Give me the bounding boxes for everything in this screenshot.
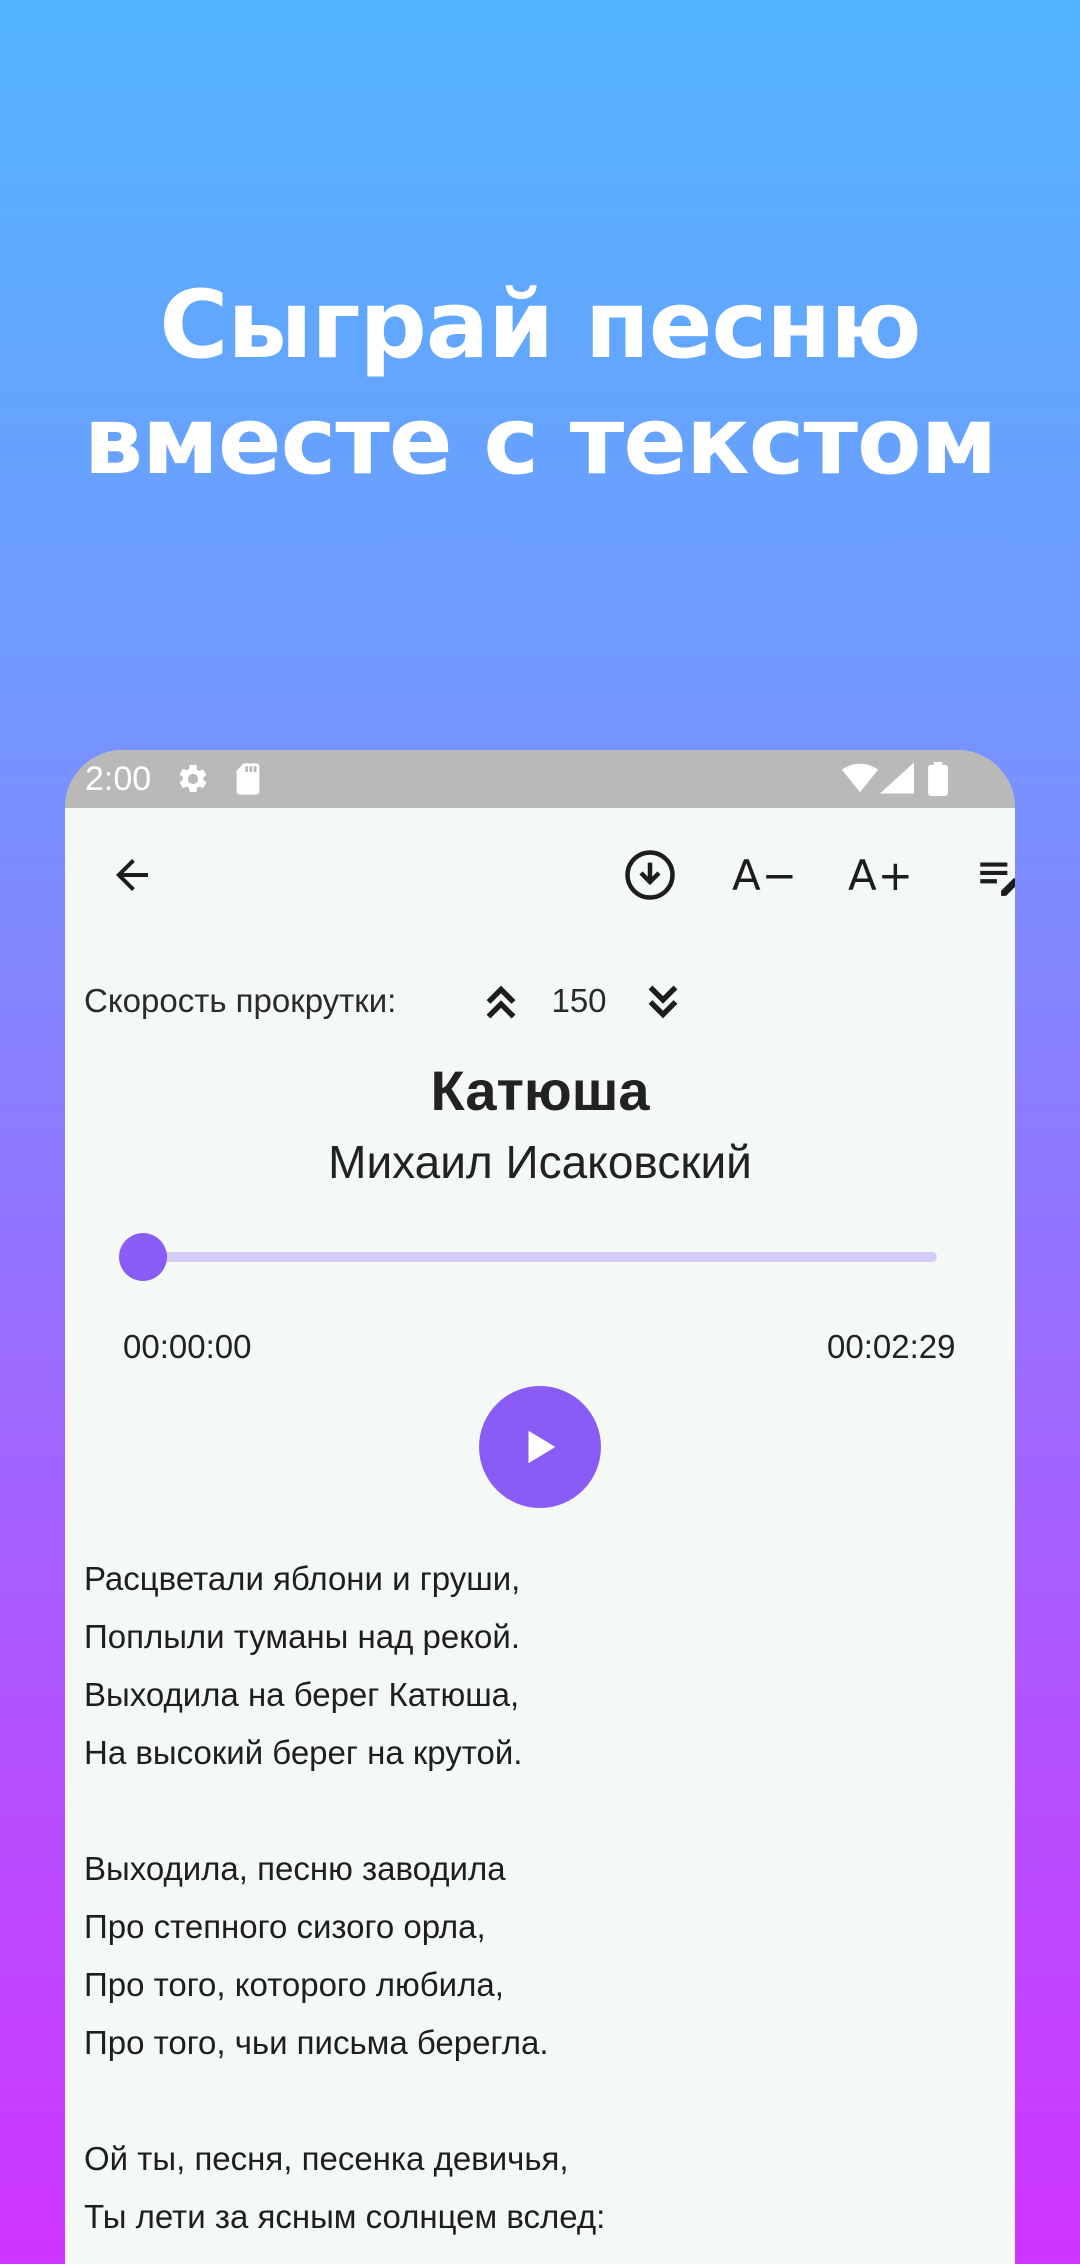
lyric-line: Про того, которого любила, (84, 1966, 504, 2003)
status-time: 2:00 (85, 760, 152, 798)
arrow-left-icon (116, 859, 148, 891)
status-bar: 2:00 (65, 750, 1015, 808)
current-time: 00:00:00 (123, 1328, 252, 1365)
lyric-line: Поплыли туманы над рекой. (84, 1618, 521, 1655)
wifi-icon (842, 762, 878, 799)
total-time: 00:02:29 (827, 1328, 956, 1365)
lyric-line: Про того, чьи письма берегла. (84, 2024, 549, 2061)
font-decrease-label: A− (732, 850, 798, 900)
download-button[interactable] (605, 830, 695, 920)
edit-lyrics-button[interactable] (954, 830, 1015, 920)
signal-icon (880, 762, 914, 799)
font-increase-button[interactable]: A+ (836, 830, 926, 920)
phone-screen: 2:00 A− A+ Скорость прокрутки: 150 Катюш… (65, 750, 1015, 2264)
sd-card-icon (233, 762, 263, 801)
promo-title-line-1: Сыграй песню (159, 271, 921, 380)
progress-thumb[interactable] (119, 1233, 167, 1281)
playlist-edit-icon (980, 862, 1015, 896)
play-button[interactable] (479, 1386, 601, 1508)
promo-title: Сыграй песню вместе с текстом (0, 268, 1080, 500)
double-chevron-down-icon (648, 985, 678, 1019)
back-button[interactable] (87, 830, 177, 920)
lyric-line: Про степного сизого орла, (84, 1908, 486, 1945)
song-title: Катюша (430, 1059, 650, 1122)
lyric-stanza-break (84, 1782, 984, 1840)
promo-title-line-2: вместе с текстом (83, 387, 998, 496)
scroll-speed-value: 150 (551, 982, 607, 1019)
speed-decrease-button[interactable] (638, 977, 688, 1027)
double-chevron-up-icon (486, 985, 516, 1019)
play-icon (528, 1430, 556, 1464)
scroll-speed-row: Скорость прокрутки: 150 (84, 975, 984, 1025)
lyric-line: Выходила, песню заводила (84, 1850, 506, 1887)
battery-icon (928, 762, 948, 801)
scroll-speed-label: Скорость прокрутки: (84, 982, 397, 1019)
song-author: Михаил Исаковский (328, 1136, 752, 1188)
font-decrease-button[interactable]: A− (720, 830, 810, 920)
lyric-line: Ой ты, песня, песенка девичья, (84, 2140, 569, 2177)
gear-icon (176, 762, 210, 801)
lyric-stanza-break (84, 2072, 984, 2130)
lyric-line: На высокий берег на крутой. (84, 1734, 523, 1771)
lyric-line: Расцветали яблони и груши, (84, 1560, 521, 1597)
lyrics-text: Расцветали яблони и груши, Поплыли туманы… (84, 1550, 984, 2246)
progress-slider[interactable] (119, 1226, 949, 1286)
download-circle-icon (625, 850, 675, 900)
toolbar: A− A+ (65, 808, 1015, 943)
progress-track (137, 1252, 937, 1262)
lyric-line: Выходила на берег Катюша, (84, 1676, 520, 1713)
speed-increase-button[interactable] (476, 977, 526, 1027)
font-increase-label: A+ (848, 850, 914, 900)
lyric-line: Ты лети за ясным солнцем вслед: (84, 2198, 606, 2235)
